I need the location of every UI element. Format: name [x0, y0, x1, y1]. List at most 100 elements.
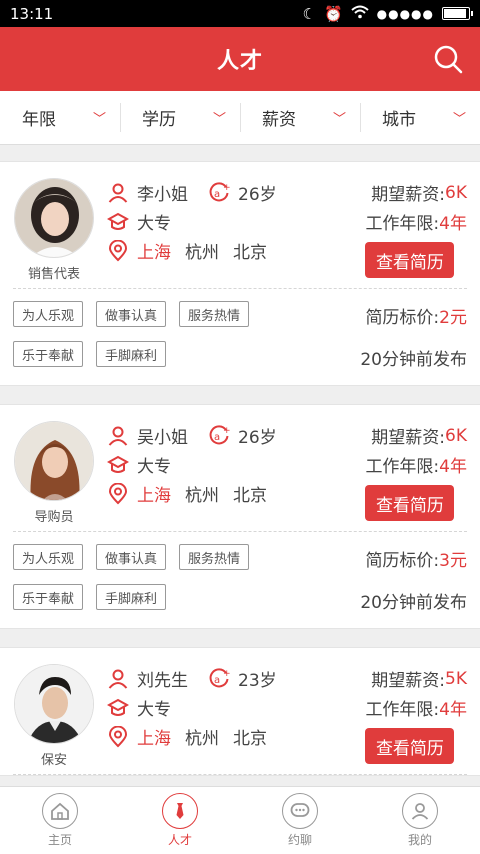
nav-talent[interactable]: 人才 — [120, 787, 240, 854]
filter-label: 学历 — [142, 110, 176, 130]
moon-icon: ☾ — [302, 4, 316, 23]
user-icon — [402, 793, 438, 829]
filter-education[interactable]: 学历 ﹀ — [120, 91, 240, 144]
city-option: 北京 — [233, 243, 267, 263]
candidate-education: 大专 — [137, 214, 171, 234]
candidate-age: 23岁 — [238, 671, 277, 691]
divider — [13, 774, 467, 775]
salary-label: 期望薪资: — [371, 428, 446, 448]
posted-time: 20分钟前发布 — [360, 350, 467, 370]
filter-city[interactable]: 城市 ﹀ — [360, 91, 480, 144]
svg-text:+: + — [223, 669, 230, 679]
view-resume-button[interactable]: 查看简历 — [365, 242, 455, 278]
user-icon — [107, 182, 129, 204]
years-value: 4年 — [439, 700, 467, 720]
signal-icon: ●●●●● — [376, 6, 434, 21]
alarm-icon: ⏰ — [323, 4, 343, 23]
filter-salary[interactable]: 薪资 ﹀ — [240, 91, 360, 144]
avatar — [14, 664, 94, 744]
city-option: 杭州 — [185, 486, 219, 506]
job-title: 保安 — [40, 753, 67, 768]
tag: 做事认真 — [96, 544, 167, 570]
location-icon — [107, 239, 129, 262]
filter-label: 薪资 — [262, 110, 296, 130]
job-title: 销售代表 — [27, 267, 80, 282]
years-label: 工作年限: — [365, 457, 440, 477]
years-label: 工作年限: — [365, 700, 440, 720]
candidate-education: 大专 — [137, 700, 171, 720]
tag: 手脚麻利 — [96, 341, 167, 367]
user-icon — [107, 425, 129, 447]
years-label: 工作年限: — [365, 214, 440, 234]
nav-home[interactable]: 主页 — [0, 787, 120, 854]
candidate-list: 销售代表 李小姐 a + 26岁 大专 上海 杭州 北京 期望薪资: 6K 工作… — [0, 145, 480, 776]
candidate-name: 李小姐 — [137, 185, 188, 205]
avatar — [14, 421, 94, 501]
candidate-name: 吴小姐 — [137, 428, 188, 448]
bottom-nav: 主页 人才 约聊 我的 — [0, 786, 480, 854]
job-title: 导购员 — [34, 510, 74, 525]
chevron-down-icon: ﹀ — [212, 112, 226, 127]
salary-value: 6K — [445, 425, 467, 446]
svg-text:a: a — [214, 189, 220, 200]
view-resume-button[interactable]: 查看简历 — [365, 728, 455, 764]
page-title: 人才 — [216, 49, 263, 74]
city-option: 北京 — [233, 729, 267, 749]
tag: 为人乐观 — [13, 544, 84, 570]
city-option: 杭州 — [185, 243, 219, 263]
candidate-card[interactable]: 销售代表 李小姐 a + 26岁 大专 上海 杭州 北京 期望薪资: 6K 工作… — [0, 161, 480, 386]
status-bar: 13:11 ☾ ⏰ ●●●●● — [0, 0, 480, 27]
city-current: 上海 — [137, 243, 171, 263]
app-header: 人才 — [0, 27, 480, 91]
filter-bar: 年限 ﹀ 学历 ﹀ 薪资 ﹀ 城市 ﹀ — [0, 91, 480, 145]
svg-text:a: a — [214, 432, 220, 443]
chevron-down-icon: ﹀ — [452, 112, 466, 127]
chat-icon — [282, 793, 318, 829]
nav-label: 约聊 — [287, 833, 312, 847]
home-icon — [42, 793, 78, 829]
view-resume-button[interactable]: 查看简历 — [365, 485, 455, 521]
filter-years[interactable]: 年限 ﹀ — [0, 91, 120, 144]
tie-icon — [162, 793, 198, 829]
nav-mine[interactable]: 我的 — [360, 787, 480, 854]
education-icon — [106, 697, 130, 719]
search-icon[interactable] — [432, 43, 464, 75]
candidate-card[interactable]: 导购员 吴小姐 a + 26岁 大专 上海 杭州 北京 期望薪资: 6K 工作年… — [0, 404, 480, 629]
tag: 服务热情 — [179, 544, 250, 570]
tag: 服务热情 — [179, 301, 250, 327]
tag: 乐于奉献 — [13, 584, 84, 610]
svg-text:+: + — [223, 426, 230, 436]
price-label: 简历标价: — [365, 308, 440, 328]
tag: 手脚麻利 — [96, 584, 167, 610]
candidate-name: 刘先生 — [137, 671, 188, 691]
candidate-card[interactable]: 保安 刘先生 a + 23岁 大专 上海 杭州 北京 期望薪资: 5K 工作年限… — [0, 647, 480, 776]
candidate-age: 26岁 — [238, 185, 277, 205]
user-icon — [107, 668, 129, 690]
price-label: 简历标价: — [365, 551, 440, 571]
city-option: 杭州 — [185, 729, 219, 749]
nav-label: 主页 — [47, 833, 72, 847]
education-icon — [106, 454, 130, 476]
city-current: 上海 — [137, 729, 171, 749]
city-option: 北京 — [233, 486, 267, 506]
salary-value: 6K — [445, 182, 467, 203]
salary-label: 期望薪资: — [371, 185, 446, 205]
wifi-icon — [350, 5, 369, 23]
price-value: 2元 — [439, 308, 467, 328]
svg-text:+: + — [223, 183, 230, 193]
years-value: 4年 — [439, 457, 467, 477]
age-icon: a + — [208, 424, 231, 447]
nav-chat[interactable]: 约聊 — [240, 787, 360, 854]
posted-time: 20分钟前发布 — [360, 593, 467, 613]
city-current: 上海 — [137, 486, 171, 506]
filter-label: 城市 — [382, 110, 416, 130]
nav-label: 我的 — [407, 833, 432, 847]
tag: 做事认真 — [96, 301, 167, 327]
candidate-education: 大专 — [137, 457, 171, 477]
filter-label: 年限 — [22, 110, 56, 130]
price-value: 3元 — [439, 551, 467, 571]
chevron-down-icon: ﹀ — [92, 112, 106, 127]
status-time: 13:11 — [10, 4, 54, 23]
location-icon — [107, 725, 129, 748]
svg-text:a: a — [214, 675, 220, 686]
